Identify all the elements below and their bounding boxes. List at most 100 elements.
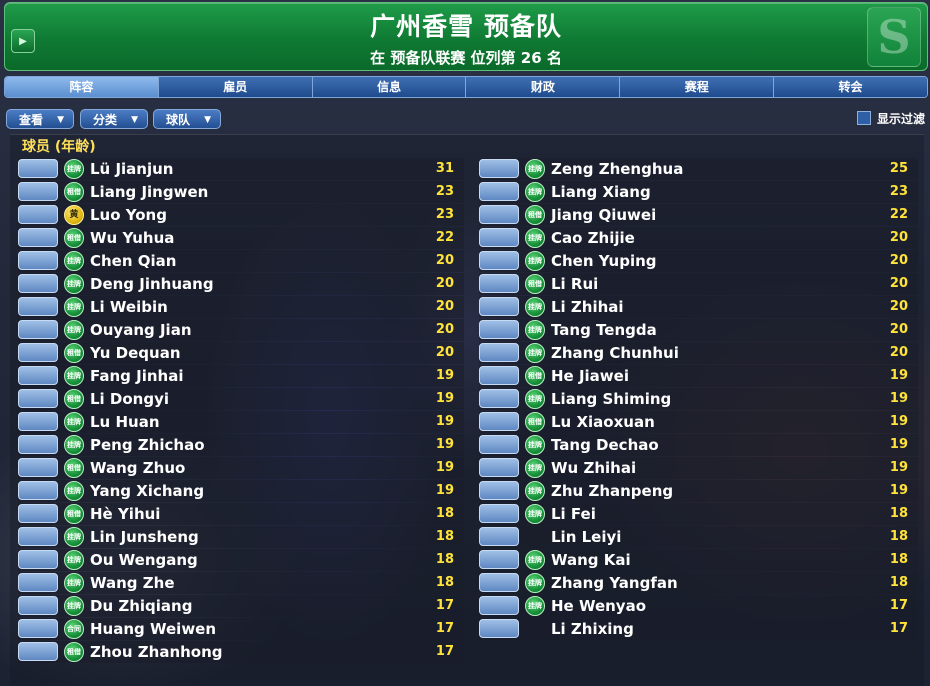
player-name[interactable]: Tang Tengda (551, 319, 657, 341)
player-select-button[interactable] (18, 274, 58, 293)
player-name[interactable]: Zeng Zhenghua (551, 158, 683, 180)
player-select-button[interactable] (18, 343, 58, 362)
player-name[interactable]: Zhu Zhanpeng (551, 480, 673, 502)
player-select-button[interactable] (18, 435, 58, 454)
player-select-button[interactable] (479, 458, 519, 477)
player-name[interactable]: Liang Jingwen (90, 181, 208, 203)
player-name[interactable]: Huang Weiwen (90, 618, 216, 640)
player-row[interactable]: 租借 Li Dongyi 19 (18, 388, 464, 410)
player-select-button[interactable] (479, 366, 519, 385)
player-select-button[interactable] (18, 619, 58, 638)
sort-dropdown-button[interactable]: 分类 ▼ (80, 109, 148, 129)
player-row[interactable]: 挂牌 Wang Kai 18 (479, 549, 918, 571)
player-row[interactable]: 挂牌 Cao Zhijie 20 (479, 227, 918, 249)
player-row[interactable]: 挂牌 Li Fei 18 (479, 503, 918, 525)
player-select-button[interactable] (479, 550, 519, 569)
player-row[interactable]: 挂牌 He Wenyao 17 (479, 595, 918, 617)
player-row[interactable]: 租借 Hè Yihui 18 (18, 503, 464, 525)
player-select-button[interactable] (18, 251, 58, 270)
player-select-button[interactable] (479, 504, 519, 523)
player-name[interactable]: Wang Kai (551, 549, 631, 571)
player-row[interactable]: 挂牌 Zhu Zhanpeng 19 (479, 480, 918, 502)
player-row[interactable]: 挂牌 Tang Tengda 20 (479, 319, 918, 341)
player-select-button[interactable] (479, 412, 519, 431)
player-select-button[interactable] (479, 320, 519, 339)
player-select-button[interactable] (18, 320, 58, 339)
player-name[interactable]: Peng Zhichao (90, 434, 205, 456)
player-row[interactable]: Lin Leiyi 18 (479, 526, 918, 548)
player-row[interactable]: 挂牌 Chen Qian 20 (18, 250, 464, 272)
player-name[interactable]: Zhang Yangfan (551, 572, 678, 594)
player-select-button[interactable] (479, 205, 519, 224)
player-name[interactable]: Jiang Qiuwei (551, 204, 656, 226)
player-select-button[interactable] (479, 159, 519, 178)
player-name[interactable]: Lin Junsheng (90, 526, 199, 548)
player-select-button[interactable] (479, 435, 519, 454)
player-name[interactable]: Lin Leiyi (551, 526, 621, 548)
player-name[interactable]: Hè Yihui (90, 503, 160, 525)
player-row[interactable]: 挂牌 Wang Zhe 18 (18, 572, 464, 594)
player-select-button[interactable] (18, 159, 58, 178)
player-select-button[interactable] (479, 619, 519, 638)
player-select-button[interactable] (18, 527, 58, 546)
player-row[interactable]: 合同 Huang Weiwen 17 (18, 618, 464, 640)
player-row[interactable]: 挂牌 Tang Dechao 19 (479, 434, 918, 456)
tab-info[interactable]: 信息 (312, 77, 467, 97)
player-select-button[interactable] (479, 297, 519, 316)
player-row[interactable]: 挂牌 Fang Jinhai 19 (18, 365, 464, 387)
player-name[interactable]: Chen Yuping (551, 250, 657, 272)
player-select-button[interactable] (479, 251, 519, 270)
player-select-button[interactable] (18, 182, 58, 201)
player-select-button[interactable] (18, 504, 58, 523)
player-row[interactable]: 挂牌 Liang Shiming 19 (479, 388, 918, 410)
player-name[interactable]: Li Dongyi (90, 388, 169, 410)
player-row[interactable]: 挂牌 Zeng Zhenghua 25 (479, 158, 918, 180)
player-row[interactable]: 租借 Liang Jingwen 23 (18, 181, 464, 203)
player-select-button[interactable] (479, 481, 519, 500)
player-row[interactable]: 黄 Luo Yong 23 (18, 204, 464, 226)
player-select-button[interactable] (18, 596, 58, 615)
player-row[interactable]: 挂牌 Deng Jinhuang 20 (18, 273, 464, 295)
player-name[interactable]: Yu Dequan (90, 342, 181, 364)
player-select-button[interactable] (18, 205, 58, 224)
player-select-button[interactable] (18, 550, 58, 569)
player-row[interactable]: 挂牌 Zhang Yangfan 18 (479, 572, 918, 594)
player-select-button[interactable] (479, 274, 519, 293)
player-select-button[interactable] (479, 573, 519, 592)
tab-fixtures[interactable]: 赛程 (620, 77, 775, 97)
player-name[interactable]: Wang Zhe (90, 572, 175, 594)
player-select-button[interactable] (18, 642, 58, 661)
player-name[interactable]: Liang Xiang (551, 181, 651, 203)
player-row[interactable]: 挂牌 Li Zhihai 20 (479, 296, 918, 318)
tab-finance[interactable]: 财政 (466, 77, 621, 97)
player-name[interactable]: He Wenyao (551, 595, 646, 617)
player-row[interactable]: 挂牌 Chen Yuping 20 (479, 250, 918, 272)
player-name[interactable]: Du Zhiqiang (90, 595, 192, 617)
player-row[interactable]: 租借 Wang Zhuo 19 (18, 457, 464, 479)
player-row[interactable]: 租借 Zhou Zhanhong 17 (18, 641, 464, 663)
player-name[interactable]: Li Rui (551, 273, 598, 295)
player-name[interactable]: Wu Yuhua (90, 227, 174, 249)
player-select-button[interactable] (479, 228, 519, 247)
player-name[interactable]: Li Fei (551, 503, 596, 525)
player-row[interactable]: 租借 Jiang Qiuwei 22 (479, 204, 918, 226)
player-name[interactable]: Li Weibin (90, 296, 168, 318)
player-select-button[interactable] (18, 389, 58, 408)
player-name[interactable]: Yang Xichang (90, 480, 204, 502)
player-name[interactable]: Li Zhixing (551, 618, 634, 640)
player-name[interactable]: Ou Wengang (90, 549, 198, 571)
player-row[interactable]: 挂牌 Lu Huan 19 (18, 411, 464, 433)
player-row[interactable]: Li Zhixing 17 (479, 618, 918, 640)
player-name[interactable]: Fang Jinhai (90, 365, 183, 387)
player-name[interactable]: Liang Shiming (551, 388, 671, 410)
player-row[interactable]: 租借 Yu Dequan 20 (18, 342, 464, 364)
player-name[interactable]: Luo Yong (90, 204, 167, 226)
player-name[interactable]: Tang Dechao (551, 434, 659, 456)
tab-staff[interactable]: 雇员 (158, 77, 313, 97)
player-name[interactable]: Deng Jinhuang (90, 273, 214, 295)
player-name[interactable]: Lü Jianjun (90, 158, 173, 180)
player-name[interactable]: Zhang Chunhui (551, 342, 679, 364)
player-row[interactable]: 租借 Lu Xiaoxuan 19 (479, 411, 918, 433)
player-row[interactable]: 租借 He Jiawei 19 (479, 365, 918, 387)
player-row[interactable]: 挂牌 Wu Zhihai 19 (479, 457, 918, 479)
